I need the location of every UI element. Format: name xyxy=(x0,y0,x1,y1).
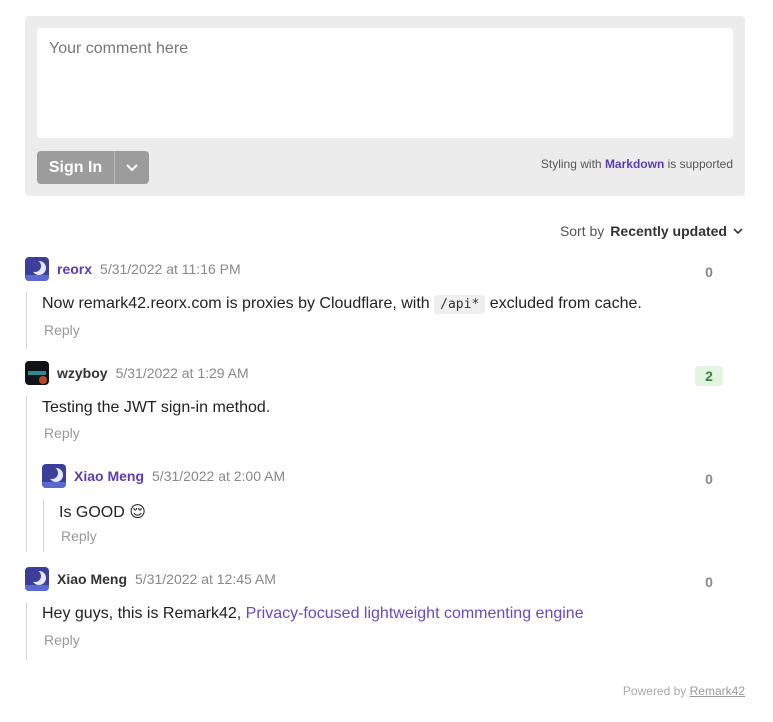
comment: Xiao Meng 5/31/2022 at 12:45 AM xyxy=(25,567,745,591)
signin-button-group: Sign In xyxy=(37,151,149,184)
avatar xyxy=(25,361,49,385)
score: 0 xyxy=(705,471,713,487)
avatar xyxy=(25,257,49,281)
comment-author[interactable]: wzyboy xyxy=(57,365,108,381)
comment-date[interactable]: 5/31/2022 at 11:16 PM xyxy=(100,261,241,277)
reply-button[interactable]: Reply xyxy=(44,425,80,441)
comment-author[interactable]: Xiao Meng xyxy=(74,468,144,484)
relieved-emoji-icon: 😌 xyxy=(129,504,146,521)
comment-text: Hey guys, this is Remark42, Privacy-focu… xyxy=(42,605,584,623)
comment-input[interactable]: Your comment here xyxy=(37,28,733,138)
score: 2 xyxy=(695,366,723,386)
nested-comment: Xiao Meng 5/31/2022 at 2:00 AM xyxy=(42,464,745,488)
remark42-link[interactable]: Remark42 xyxy=(690,684,745,698)
chevron-down-icon xyxy=(733,227,743,234)
comment: reorx 5/31/2022 at 11:16 PM xyxy=(25,257,745,281)
comment-text: Now remark42.reorx.com is proxies by Clo… xyxy=(42,295,642,314)
powered-by: Powered by Remark42 xyxy=(623,684,745,698)
project-link[interactable]: Privacy-focused lightweight commenting e… xyxy=(246,605,584,622)
comment-text-start: Now remark42.reorx.com is proxies by Clo… xyxy=(42,295,430,312)
comment-text-main: Hey guys, this is Remark42, xyxy=(42,605,242,622)
thread-line xyxy=(26,292,27,349)
sort-control: Sort by Recently updated xyxy=(560,223,743,239)
markdown-note: Styling with Markdown is supported xyxy=(541,157,733,171)
thread-line xyxy=(26,602,27,660)
sort-value: Recently updated xyxy=(610,223,727,239)
thread-line xyxy=(43,499,44,552)
comment-text-end: excluded from cache. xyxy=(489,295,642,312)
reply-button[interactable]: Reply xyxy=(61,528,97,544)
comment-text: Testing the JWT sign-in method. xyxy=(42,399,271,416)
inline-code: /api* xyxy=(434,295,486,314)
score: 0 xyxy=(705,264,713,280)
comment-date[interactable]: 5/31/2022 at 12:45 AM xyxy=(135,571,276,587)
avatar xyxy=(42,464,66,488)
styling-prefix: Styling with xyxy=(540,157,602,171)
sort-label: Sort by xyxy=(559,223,605,239)
score: 0 xyxy=(705,574,713,590)
thread-line xyxy=(26,396,27,552)
markdown-link[interactable]: Markdown xyxy=(605,157,664,171)
sort-select[interactable]: Recently updated xyxy=(610,223,743,239)
reply-button[interactable]: Reply xyxy=(44,632,80,648)
signin-button[interactable]: Sign In xyxy=(37,151,115,184)
comment-author[interactable]: reorx xyxy=(57,261,92,277)
signin-options-button[interactable] xyxy=(115,151,149,184)
powered-by-label: Powered by xyxy=(622,684,687,698)
avatar xyxy=(25,567,49,591)
comment-date[interactable]: 5/31/2022 at 2:00 AM xyxy=(152,468,285,484)
comment-text-main: Is GOOD xyxy=(59,504,125,521)
comment-editor: Your comment here Sign In Styling with M… xyxy=(25,16,745,196)
chevron-down-icon xyxy=(126,163,138,171)
comment-date[interactable]: 5/31/2022 at 1:29 AM xyxy=(116,365,249,381)
comment-author[interactable]: Xiao Meng xyxy=(57,571,127,587)
styling-suffix: is supported xyxy=(667,157,733,171)
reply-button[interactable]: Reply xyxy=(44,322,80,338)
comment: wzyboy 5/31/2022 at 1:29 AM xyxy=(25,361,745,385)
comment-text: Is GOOD 😌 xyxy=(59,502,146,522)
